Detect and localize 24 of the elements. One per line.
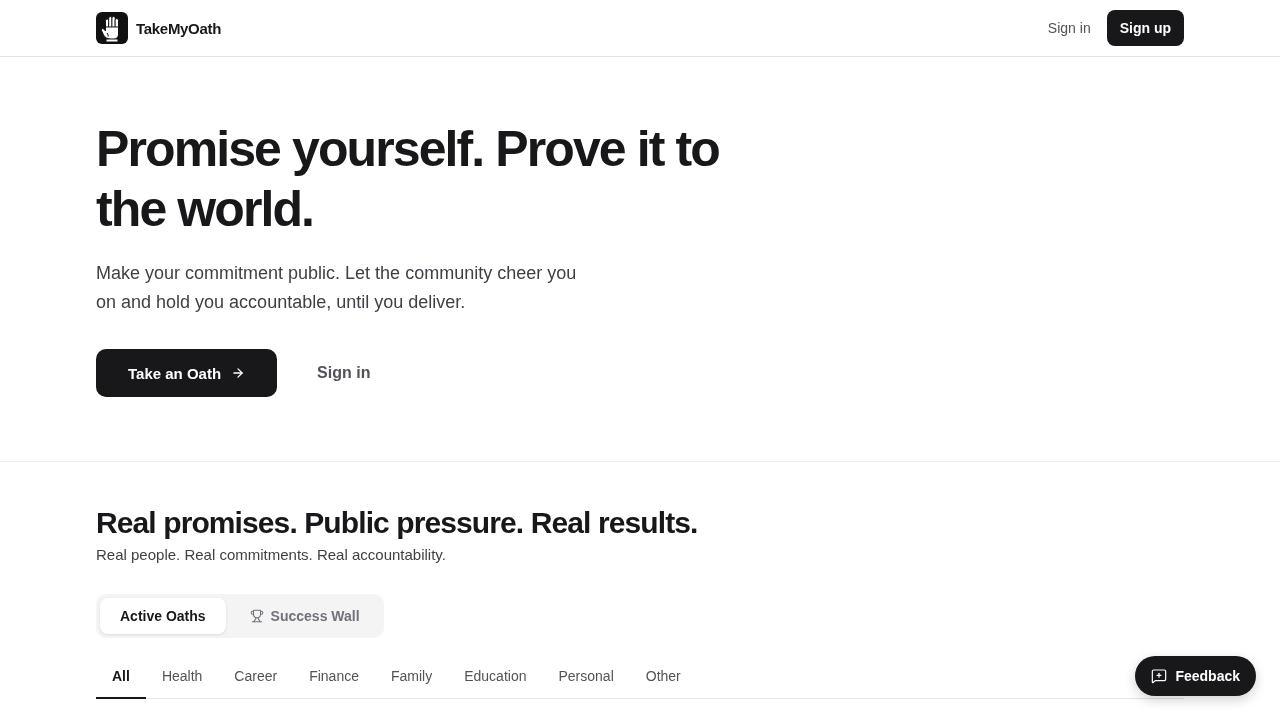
hero-headline: Promise yourself. Prove it to the world. [96, 120, 720, 239]
sign-in-link[interactable]: Sign in [313, 356, 375, 390]
hand-logo-icon [96, 12, 128, 44]
feedback-button[interactable]: Feedback [1135, 656, 1256, 696]
trophy-icon [249, 609, 264, 623]
category-tab[interactable]: Career [218, 655, 294, 699]
category-tab[interactable]: Other [629, 655, 697, 699]
brand-name: TakeMyOath [136, 19, 222, 37]
category-tab[interactable]: Finance [293, 655, 375, 699]
hero-description: Make your commitment public. Let the community cheer you on and hold you accountable, until you deliver. [96, 262, 578, 314]
category-tab[interactable]: All [96, 655, 146, 699]
view-tab[interactable]: Success Wall [229, 598, 380, 634]
category-tab[interactable]: Health [145, 655, 219, 699]
view-tab[interactable]: Active Oaths [100, 598, 226, 634]
sign-up-button[interactable]: Sign up [1106, 10, 1184, 46]
section-subheading: Real people. Real commitments. Real accountability. [96, 546, 447, 563]
message-plus-icon [1151, 668, 1168, 684]
arrow-right-icon [231, 366, 246, 380]
category-tab[interactable]: Family [374, 655, 449, 699]
category-tab[interactable]: Personal [542, 655, 630, 699]
category-tab[interactable]: Education [448, 655, 543, 699]
section-heading: Real promises. Public pressure. Real results. [96, 505, 699, 541]
sign-in-link[interactable]: Sign in [1043, 12, 1095, 44]
take-oath-button[interactable]: Take an Oath [96, 349, 278, 397]
